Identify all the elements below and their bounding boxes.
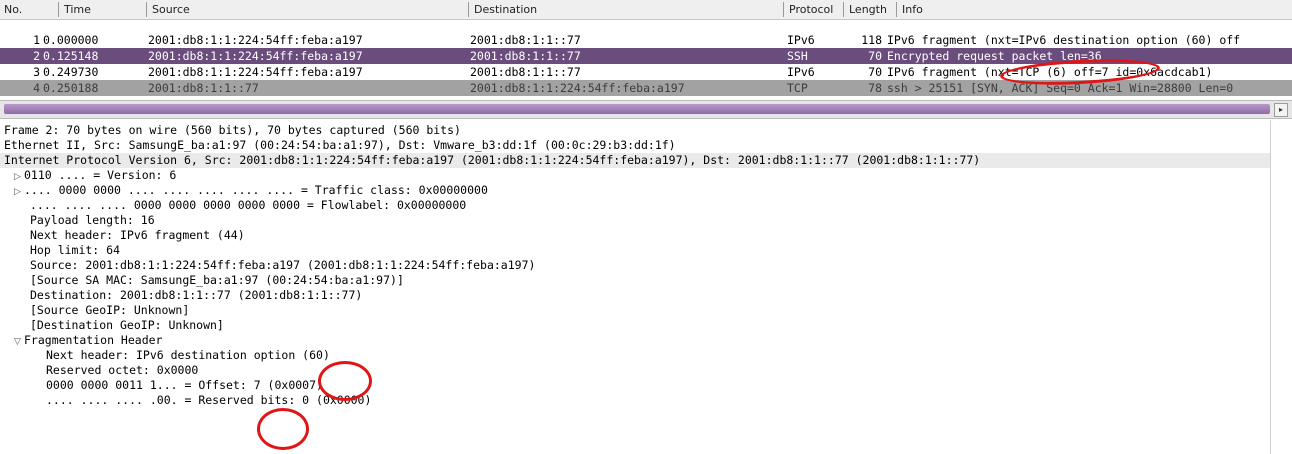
detail-ethernet[interactable]: Ethernet II, Src: SamsungE_ba:a1:97 (00:… [0, 138, 1274, 153]
detail-frame[interactable]: Frame 2: 70 bytes on wire (560 bits), 70… [0, 123, 1274, 138]
column-header-source[interactable]: Source [148, 0, 466, 19]
detail-text: Fragmentation Header [24, 333, 163, 347]
packet-protocol: IPv6 [787, 33, 815, 47]
packet-protocol: SSH [787, 49, 808, 63]
detail-traffic-class[interactable]: ▷.... 0000 0000 .... .... .... .... ....… [0, 183, 1284, 198]
detail-hop-limit[interactable]: Hop limit: 64 [0, 243, 1292, 258]
column-header-length[interactable]: Length [845, 0, 895, 19]
detail-flowlabel[interactable]: .... .... .... 0000 0000 0000 0000 0000 … [0, 198, 1292, 213]
packet-source: 2001:db8:1:1::77 [148, 81, 259, 95]
column-divider[interactable] [896, 2, 897, 17]
packet-time: 0.249730 [43, 65, 99, 79]
detail-source[interactable]: Source: 2001:db8:1:1:224:54ff:feba:a197 … [0, 258, 1292, 273]
arrow-right-icon[interactable]: ▸ [1274, 103, 1288, 117]
column-divider[interactable] [843, 2, 844, 17]
packet-protocol: TCP [787, 81, 808, 95]
detail-fragmentation-header[interactable]: ▽ Fragmentation Header [0, 333, 1284, 348]
packet-length: 70 [868, 49, 882, 63]
packet-protocol: IPv6 [787, 65, 815, 79]
packet-destination: 2001:db8:1:1::77 [470, 65, 581, 79]
detail-reserved-bits[interactable]: .... .... .... .00. = Reserved bits: 0 (… [0, 393, 1292, 408]
annotation-circle [257, 408, 309, 450]
packet-no: 4 [33, 81, 40, 95]
horizontal-scrollbar[interactable]: ▸ [0, 100, 1292, 119]
packet-source: 2001:db8:1:1:224:54ff:feba:a197 [148, 49, 363, 63]
vertical-scrollbar[interactable] [1270, 120, 1292, 454]
packet-no: 3 [33, 65, 40, 79]
packet-length: 118 [861, 33, 882, 47]
packet-destination: 2001:db8:1:1:224:54ff:feba:a197 [470, 81, 685, 95]
scrollbar-thumb[interactable] [4, 104, 1270, 114]
packet-length: 78 [868, 81, 882, 95]
column-divider[interactable] [146, 2, 147, 17]
packet-info: IPv6 fragment (nxt=IPv6 destination opti… [887, 33, 1241, 47]
column-divider[interactable] [58, 2, 59, 17]
detail-source-geoip[interactable]: [Source GeoIP: Unknown] [0, 303, 1292, 318]
detail-source-sa-mac[interactable]: [Source SA MAC: SamsungE_ba:a1:97 (00:24… [0, 273, 1292, 288]
detail-ipv6[interactable]: Internet Protocol Version 6, Src: 2001:d… [0, 153, 1274, 168]
packet-details-pane: Frame 2: 70 bytes on wire (560 bits), 70… [0, 119, 1274, 454]
column-header-time[interactable]: Time [60, 0, 146, 19]
packet-source: 2001:db8:1:1:224:54ff:feba:a197 [148, 65, 363, 79]
detail-text: .... 0000 0000 .... .... .... .... .... … [24, 183, 488, 197]
detail-payload-length[interactable]: Payload length: 16 [0, 213, 1292, 228]
detail-version[interactable]: ▷ 0110 .... = Version: 6 [0, 168, 1284, 183]
column-header-no[interactable]: No. [0, 0, 60, 19]
detail-frag-next-header[interactable]: Next header: IPv6 destination option (60… [0, 348, 1292, 363]
packet-row[interactable]: 1 0.000000 2001:db8:1:1:224:54ff:feba:a1… [0, 32, 1292, 48]
annotation-circle [318, 361, 372, 401]
column-header-protocol[interactable]: Protocol [785, 0, 843, 19]
packet-destination: 2001:db8:1:1::77 [470, 49, 581, 63]
detail-destination-geoip[interactable]: [Destination GeoIP: Unknown] [0, 318, 1292, 333]
detail-next-header[interactable]: Next header: IPv6 fragment (44) [0, 228, 1292, 243]
column-divider[interactable] [468, 2, 469, 17]
packet-length: 70 [868, 65, 882, 79]
detail-text: 0110 .... = Version: 6 [24, 168, 177, 182]
packet-no: 2 [33, 49, 40, 63]
column-header-destination[interactable]: Destination [470, 0, 782, 19]
packet-source: 2001:db8:1:1:224:54ff:feba:a197 [148, 33, 363, 47]
packet-time: 0.000000 [43, 33, 99, 47]
column-divider[interactable] [783, 2, 784, 17]
detail-destination[interactable]: Destination: 2001:db8:1:1::77 (2001:db8:… [0, 288, 1292, 303]
packet-no: 1 [33, 33, 40, 47]
packet-time: 0.125148 [43, 49, 99, 63]
detail-reserved-octet[interactable]: Reserved octet: 0x0000 [0, 363, 1292, 378]
detail-offset[interactable]: 0000 0000 0011 1... = Offset: 7 (0x0007) [0, 378, 1292, 393]
packet-destination: 2001:db8:1:1::77 [470, 33, 581, 47]
column-header-info[interactable]: Info [898, 0, 1292, 19]
packet-time: 0.250188 [43, 81, 99, 95]
packet-list-header: No. Time Source Destination Protocol Len… [0, 0, 1292, 20]
